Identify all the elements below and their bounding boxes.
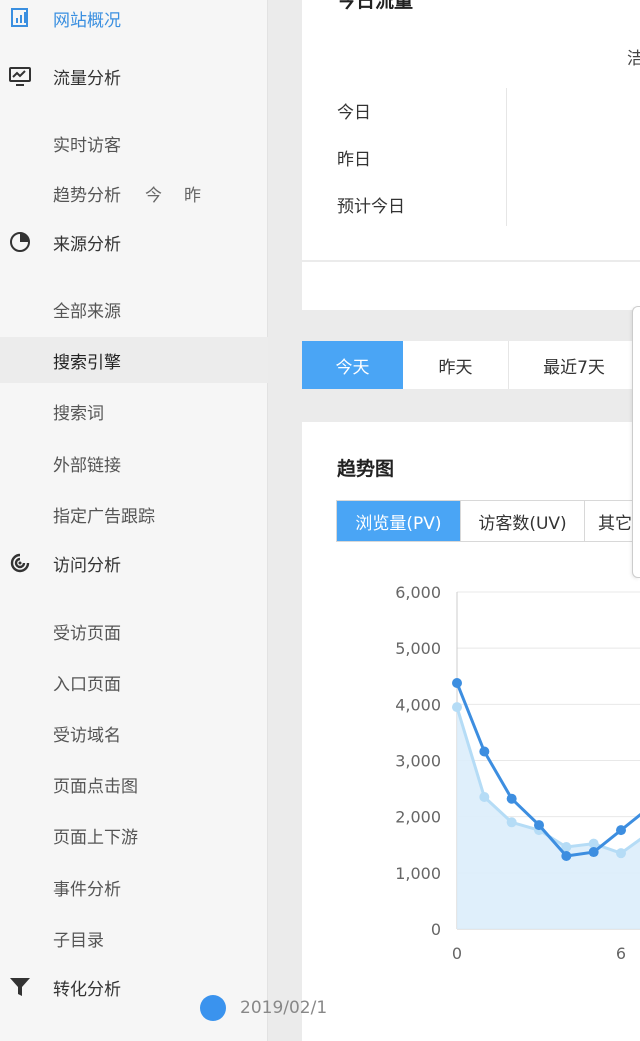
tab-today[interactable]: 今天 (302, 341, 403, 389)
series-point (506, 817, 517, 828)
sidebar-item-label: 实时访客 (53, 135, 121, 156)
sidebar-group-label: 访问分析 (53, 555, 121, 576)
sidebar-item-label: 全部来源 (53, 301, 121, 322)
y-tick-label: 3,000 (395, 752, 441, 771)
spiral-icon (8, 551, 32, 575)
series-area (457, 707, 640, 929)
funnel-icon (8, 975, 32, 999)
sidebar-item-5[interactable]: 全部来源 (0, 286, 268, 332)
series-point (452, 702, 462, 713)
series-point (561, 850, 572, 861)
sidebar-item-label: 受访页面 (53, 623, 121, 644)
sidebar-group-10[interactable]: 访问分析 (0, 541, 268, 585)
sidebar-item-label: 入口页面 (53, 674, 121, 695)
sidebar-item-11[interactable]: 受访页面 (0, 608, 268, 654)
sidebar-item-label: 指定广告跟踪 (53, 506, 155, 527)
sidebar-item-label: 外部链接 (53, 455, 121, 476)
sidebar-group-label: 流量分析 (53, 68, 121, 89)
sidebar-item-3[interactable]: 趋势分析 今昨 (0, 170, 268, 216)
monitor-icon (8, 64, 32, 88)
summary-divider (506, 88, 507, 226)
trend-card: 趋势图 浏览量(PV) 访客数(UV) 其它 6,000 5,000 4,000 3,… (302, 422, 640, 1041)
metric-tabs: 浏览量(PV) 访客数(UV) 其它 (336, 500, 640, 542)
y-tick-label: 1,000 (395, 864, 441, 883)
sidebar-item-7[interactable]: 搜索词 (0, 388, 268, 434)
sidebar-item-label: 页面点击图 (53, 776, 138, 797)
y-tick-label: 5,000 (395, 639, 441, 658)
sidebar-item-17[interactable]: 子目录 (0, 915, 268, 961)
series-point (479, 792, 490, 803)
x-tick-label: 6 (616, 944, 626, 963)
row-label-today: 今日 (337, 103, 371, 123)
sidebar-item-2[interactable]: 实时访客 (0, 120, 268, 166)
series-point (534, 820, 544, 831)
watermark-text: 2019/02/1 (240, 998, 328, 1018)
trend-chart: 6,000 5,000 4,000 3,000 2,000 1,000 00 6 (395, 583, 640, 963)
row-label-forecast: 预计今日 (337, 197, 405, 217)
sidebar-item-8[interactable]: 外部链接 (0, 440, 268, 486)
sidebar-item-label: 受访域名 (53, 725, 121, 746)
date-range-tabs: 今天 昨天 最近7天 (302, 341, 640, 389)
sidebar-item-label: 页面上下游 (53, 827, 138, 848)
tab-uv[interactable]: 访客数(UV) (461, 501, 585, 541)
y-tick-label: 4,000 (395, 695, 441, 714)
sidebar-group-1[interactable]: 流量分析 (0, 54, 268, 98)
summary-card-footer (302, 262, 640, 310)
sidebar-item-15[interactable]: 页面上下游 (0, 812, 268, 858)
tab-pv[interactable]: 浏览量(PV) (337, 501, 461, 541)
sidebar-group-label: 来源分析 (53, 234, 121, 255)
series-point (506, 793, 517, 804)
sidebar-item-6[interactable]: 搜索引擎 (0, 337, 268, 383)
series-point (616, 825, 626, 836)
series-point (588, 847, 599, 858)
series-point (479, 746, 490, 757)
series-point (616, 848, 626, 859)
sidebar-item-label: 事件分析 (53, 879, 121, 900)
row-label-yesterday: 昨日 (337, 150, 371, 170)
y-tick-label: 6,000 (395, 583, 441, 602)
pie-icon (8, 230, 32, 254)
sidebar-item-16[interactable]: 事件分析 (0, 864, 268, 910)
sidebar-item-12[interactable]: 入口页面 (0, 659, 268, 705)
sidebar-item-14[interactable]: 页面点击图 (0, 761, 268, 807)
sidebar-item-label: 子目录 (53, 930, 104, 951)
overview-icon (8, 6, 32, 30)
y-tick-label: 2,000 (395, 808, 441, 827)
sidebar-item-label: 搜索词 (53, 403, 104, 424)
sidebar-item-label: 搜索引擎 (53, 352, 121, 373)
sidebar-group-4[interactable]: 来源分析 (0, 220, 268, 264)
tab-last-7-days[interactable]: 最近7天 (509, 341, 640, 389)
summary-card: 今日流量 洁 今日 昨日 预计今日 (302, 0, 640, 260)
sidebar-group-label: 转化分析 (53, 979, 121, 1000)
watermark: 2019/02/1 (200, 995, 327, 1021)
series-point (452, 677, 462, 688)
scroll-handle[interactable] (632, 306, 640, 578)
y-tick-label: 0 (431, 920, 441, 939)
summary-corner-text: 洁 (627, 49, 640, 69)
summary-title: 今日流量 (337, 0, 414, 12)
trend-title: 趋势图 (337, 458, 395, 480)
sidebar-item-label: 趋势分析 (53, 185, 121, 206)
sidebar: 网站概况流量分析实时访客趋势分析 今昨来源分析全部来源搜索引擎搜索词外部链接指定广… (0, 0, 268, 1041)
sidebar-shortcut-today[interactable]: 今 (145, 181, 162, 206)
sidebar-shortcut-yesterday[interactable]: 昨 (184, 181, 201, 206)
sidebar-group-0[interactable]: 网站概况 (0, 0, 268, 40)
sidebar-item-9[interactable]: 指定广告跟踪 (0, 491, 268, 537)
tab-yesterday[interactable]: 昨天 (403, 341, 509, 389)
main-content: 今日流量 洁 今日 昨日 预计今日 今天 昨天 最近7天 趋势图 浏览量(PV)… (302, 0, 640, 1041)
sidebar-item-13[interactable]: 受访域名 (0, 710, 268, 756)
sidebar-group-label: 网站概况 (53, 10, 121, 31)
x-tick-label: 0 (452, 944, 462, 963)
watermark-logo-icon (200, 995, 226, 1021)
